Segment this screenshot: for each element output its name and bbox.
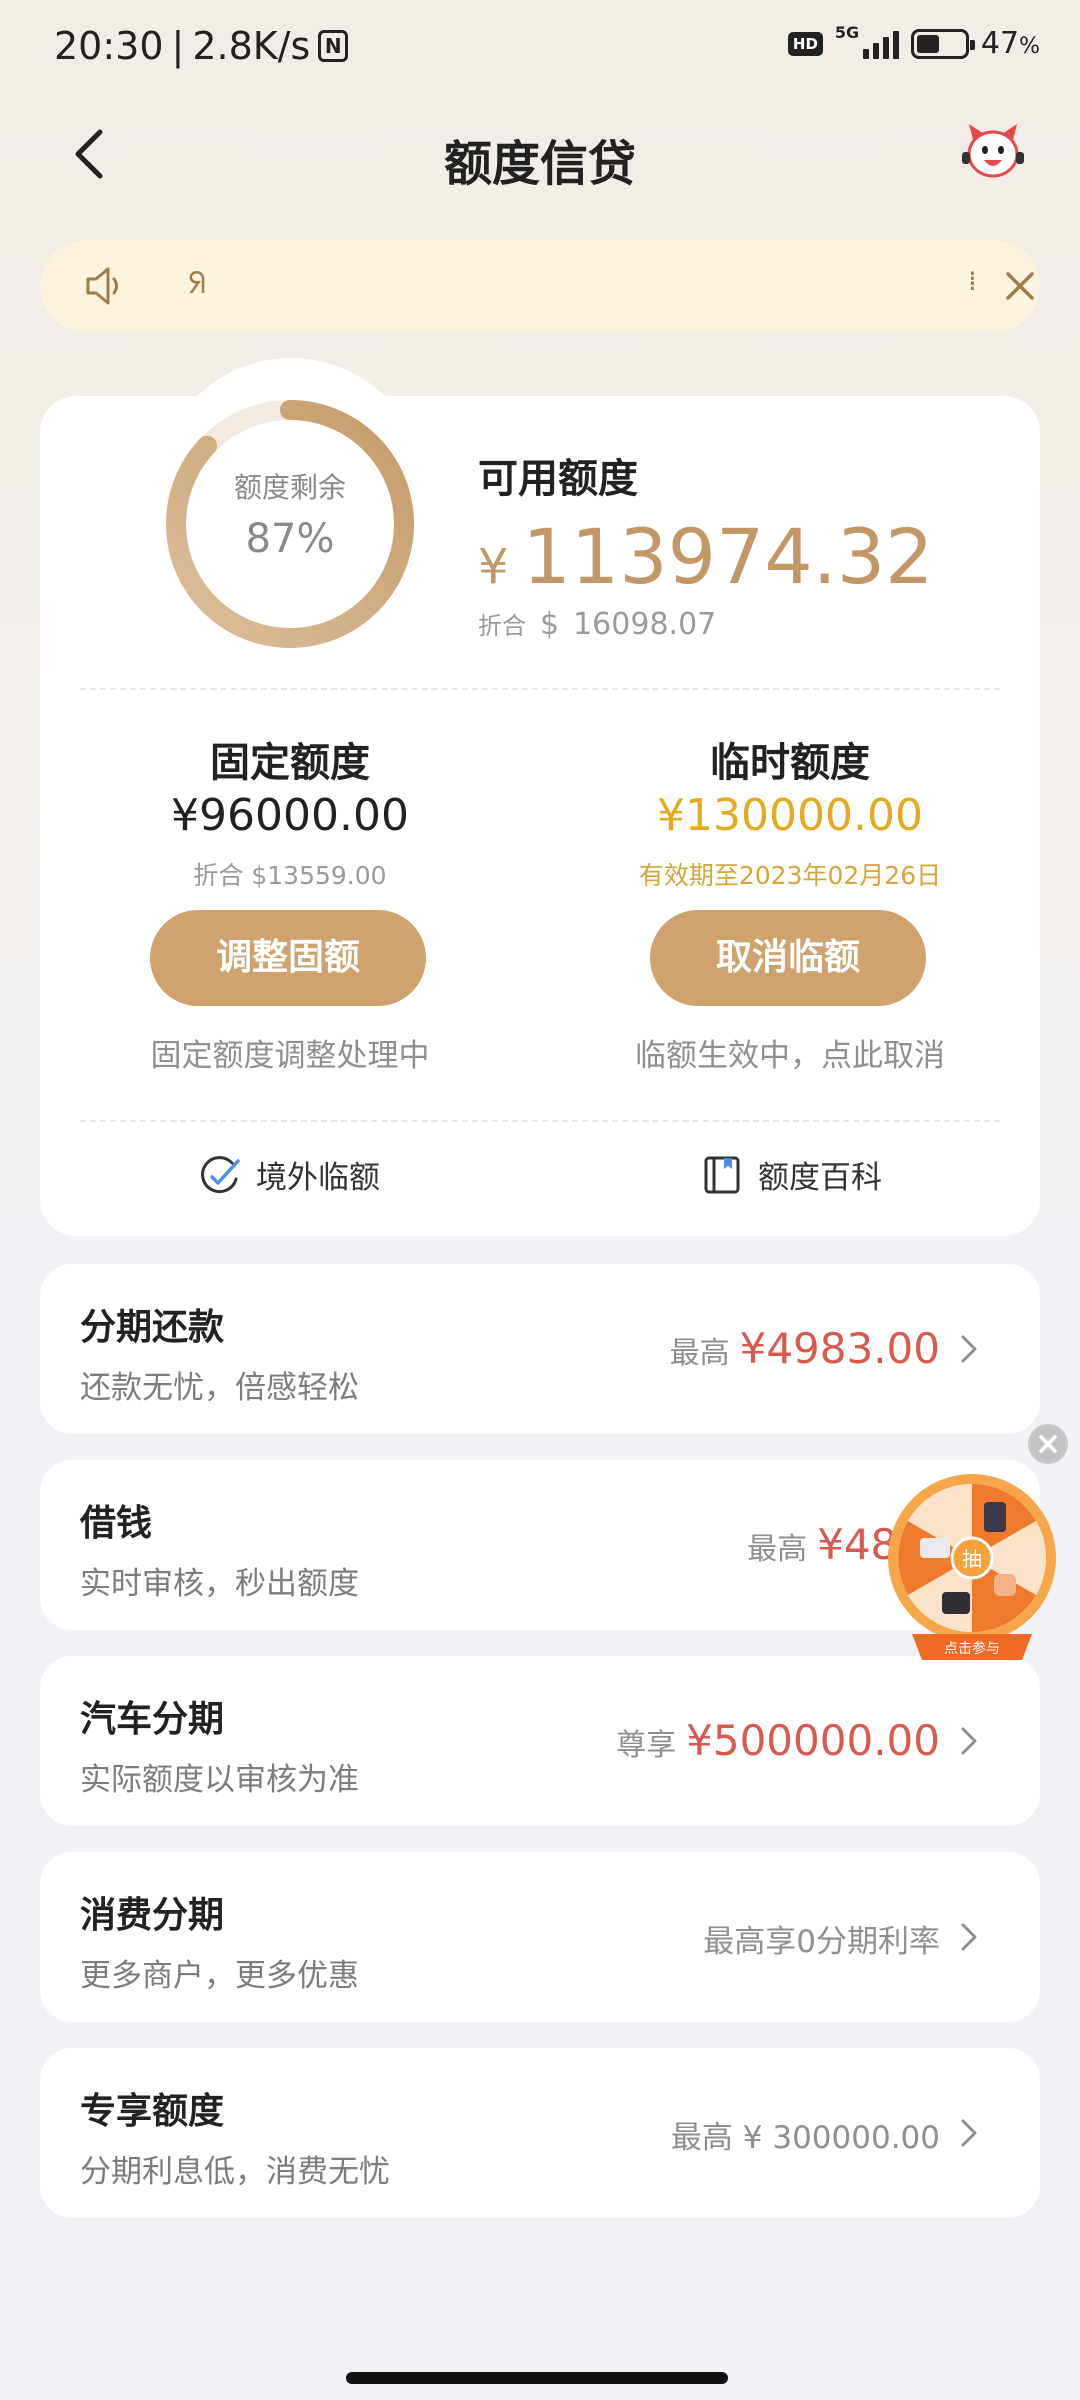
shortcut-label: 境外临额 [256,1160,380,1196]
status-bar: 20:30 | 2.8K/s N HD 5G 47% [0,0,1080,96]
net-speed: 2.8K/s [192,24,311,68]
temp-credit-amount: ¥130000.00 [657,790,923,841]
item-value: 最高 ¥4983.00 [670,1324,940,1373]
item-value-prefix: 最高 [669,1336,730,1371]
item-subtitle: 分期利息低，消费无忧 [80,2154,390,2190]
wheel-banner-label: 点击参与 [944,1640,1000,1657]
converted-currency: $ [540,607,560,642]
item-title: 分期还款 [80,1307,225,1348]
fixed-credit-converted: 折合 $13559.00 [193,861,387,890]
item-title: 借钱 [80,1503,153,1544]
available-label: 可用额度 [478,456,638,502]
list-item-consumer-installment[interactable]: 消费分期 更多商户，更多优惠 最高享0分期利率 [40,1852,1040,2022]
list-item-car-installment[interactable]: 汽车分期 实际额度以审核为准 尊享 ¥500000.00 [40,1656,1040,1826]
status-separator: | [171,24,185,68]
globe-plane-icon [201,1155,240,1193]
status-left: 20:30 | 2.8K/s N [54,24,349,68]
status-right: HD 5G 47% [787,23,1040,61]
network-type: 5G [834,22,860,42]
nfc-icon: N [318,30,349,62]
battery-percent: 47 [980,26,1020,61]
item-value-prefix: 最高 [747,1532,808,1567]
home-indicator[interactable] [346,2372,728,2384]
item-subtitle: 更多商户，更多优惠 [80,1958,359,1994]
signal-bar [862,48,869,59]
item-value-text: 最高享0分期利率 [703,1924,940,1960]
ring-label: 额度剩余 [233,471,346,504]
available-amount: ¥ 113974.32 [478,512,934,601]
item-subtitle: 实时审核，秒出额度 [80,1566,359,1602]
available-converted: 折合 $ 16098.07 [478,606,716,642]
item-value: 尊享 ¥500000.00 [616,1716,940,1765]
divider [80,1120,1000,1122]
mascot-icon[interactable] [960,118,1026,184]
item-value-amount: ¥500000.00 [686,1716,940,1765]
battery-icon [910,28,975,59]
notice-text-fragment: ᖆ [188,266,206,301]
adjust-fixed-button[interactable]: 调整固额 [150,910,426,1006]
wheel-center-label: 抽 [962,1547,982,1571]
overseas-temp-credit-link[interactable]: 境外临额 [198,1152,380,1197]
item-title: 专享额度 [80,2091,225,2132]
item-subtitle: 实际额度以审核为准 [80,1762,359,1798]
close-icon[interactable] [1000,266,1040,306]
chevron-right-icon [961,2119,977,2147]
battery-fill [916,34,939,53]
item-subtitle: 还款无忧，倍感轻松 [80,1370,359,1406]
signal-bar [882,36,889,59]
floating-close-icon[interactable] [1028,1424,1068,1464]
available-value: 113974.32 [522,512,934,601]
item-title: 消费分期 [80,1895,225,1936]
fixed-credit-title: 固定额度 [210,740,370,786]
page-header: 额度信贷 [0,110,1080,200]
battery-text: 47% [981,26,1040,61]
cancel-temp-button[interactable]: 取消临额 [650,910,926,1006]
signal-icon: 5G [835,23,899,59]
item-title: 汽车分期 [80,1699,225,1740]
speaker-icon [86,267,118,305]
item-value: 最高享0分期利率 [703,1916,940,1961]
item-value-amount: ¥4983.00 [739,1324,940,1373]
item-value: 最高 ¥ 300000.00 [671,2112,940,2157]
available-currency: ¥ [478,539,509,595]
chevron-right-icon [961,1727,977,1755]
lucky-wheel-widget[interactable]: 抽 点击参与 [884,1474,1060,1666]
book-icon [704,1156,740,1193]
chevron-right-icon [961,1923,977,1951]
credit-wiki-link[interactable]: 额度百科 [700,1152,882,1197]
hd-icon: HD [787,31,823,56]
converted-label: 折合 [478,612,526,640]
battery-unit: % [1019,34,1040,59]
fixed-credit-hint: 固定额度调整处理中 [150,1038,430,1074]
signal-bar [892,30,899,59]
fixed-credit-amount: ¥96000.00 [171,790,409,841]
notice-text-fragment-right: ⁞ [968,264,977,297]
item-value-prefix: 尊享 [616,1728,677,1763]
notice-bar[interactable]: ᖆ ⁞ [40,240,1040,332]
item-value-text: 最高 ¥ 300000.00 [670,2120,940,2156]
temp-credit-hint[interactable]: 临额生效中，点此取消 [590,1030,990,1075]
converted-value: 16098.07 [573,607,717,642]
temp-credit-title: 临时额度 [710,740,870,786]
temp-credit-validity: 有效期至2023年02月26日 [638,861,942,890]
divider [80,688,1000,690]
list-item-exclusive-credit[interactable]: 专享额度 分期利息低，消费无忧 最高 ¥ 300000.00 [40,2048,1040,2218]
page-title: 额度信贷 [443,136,636,192]
list-item-installment-repayment[interactable]: 分期还款 还款无忧，倍感轻松 最高 ¥4983.00 [40,1264,1040,1434]
chevron-right-icon [961,1335,977,1363]
signal-bar [872,42,879,59]
shortcut-label: 额度百科 [758,1160,882,1196]
ring-value: 87% [245,516,335,562]
clock: 20:30 [54,24,164,68]
